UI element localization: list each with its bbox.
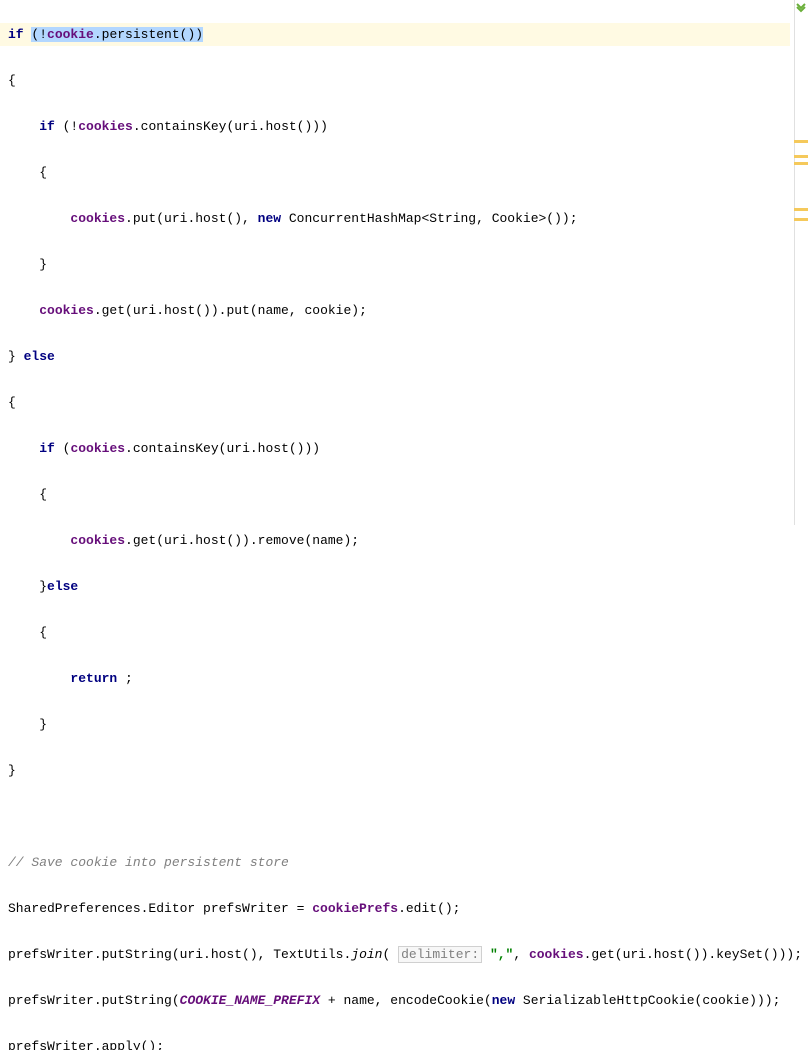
code-line[interactable]: return ; xyxy=(0,667,790,690)
code-line[interactable]: { xyxy=(0,69,790,92)
code-line[interactable]: if (!cookie.persistent()) xyxy=(0,23,790,46)
code-line[interactable]: } xyxy=(0,759,790,782)
code-line[interactable]: { xyxy=(0,391,790,414)
keyword-if: if xyxy=(8,27,24,42)
code-line[interactable]: cookies.get(uri.host()).remove(name); xyxy=(0,529,790,552)
code-editor[interactable]: if (!cookie.persistent()) { if (!cookies… xyxy=(0,0,790,525)
code-line[interactable]: if (!cookies.containsKey(uri.host())) xyxy=(0,115,790,138)
code-line[interactable]: SharedPreferences.Editor prefsWriter = c… xyxy=(0,897,790,920)
comment: // Save cookie into persistent store xyxy=(8,855,289,870)
warning-marker[interactable] xyxy=(794,208,808,211)
selection: (!cookie.persistent()) xyxy=(31,27,203,42)
code-line[interactable]: { xyxy=(0,621,790,644)
code-line[interactable]: prefsWriter.putString(uri.host(), TextUt… xyxy=(0,943,790,966)
code-line[interactable]: prefsWriter.apply(); xyxy=(0,1035,790,1050)
code-line[interactable]: // Save cookie into persistent store xyxy=(0,851,790,874)
code-line[interactable]: cookies.get(uri.host()).put(name, cookie… xyxy=(0,299,790,322)
code-line[interactable]: { xyxy=(0,161,790,184)
warning-marker[interactable] xyxy=(794,155,808,158)
marker-bar[interactable] xyxy=(794,0,808,525)
code-line[interactable]: }else xyxy=(0,575,790,598)
code-line[interactable]: { xyxy=(0,483,790,506)
code-line[interactable]: } xyxy=(0,253,790,276)
warning-marker[interactable] xyxy=(794,140,808,143)
chevron-down-icon[interactable] xyxy=(795,1,807,13)
code-line[interactable]: prefsWriter.putString(COOKIE_NAME_PREFIX… xyxy=(0,989,790,1012)
warning-marker[interactable] xyxy=(794,162,808,165)
code-line[interactable]: cookies.put(uri.host(), new ConcurrentHa… xyxy=(0,207,790,230)
code-line[interactable] xyxy=(0,805,790,828)
parameter-hint: delimiter: xyxy=(398,946,482,963)
code-line[interactable]: if (cookies.containsKey(uri.host())) xyxy=(0,437,790,460)
warning-marker[interactable] xyxy=(794,218,808,221)
code-line[interactable]: } xyxy=(0,713,790,736)
code-line[interactable]: } else xyxy=(0,345,790,368)
